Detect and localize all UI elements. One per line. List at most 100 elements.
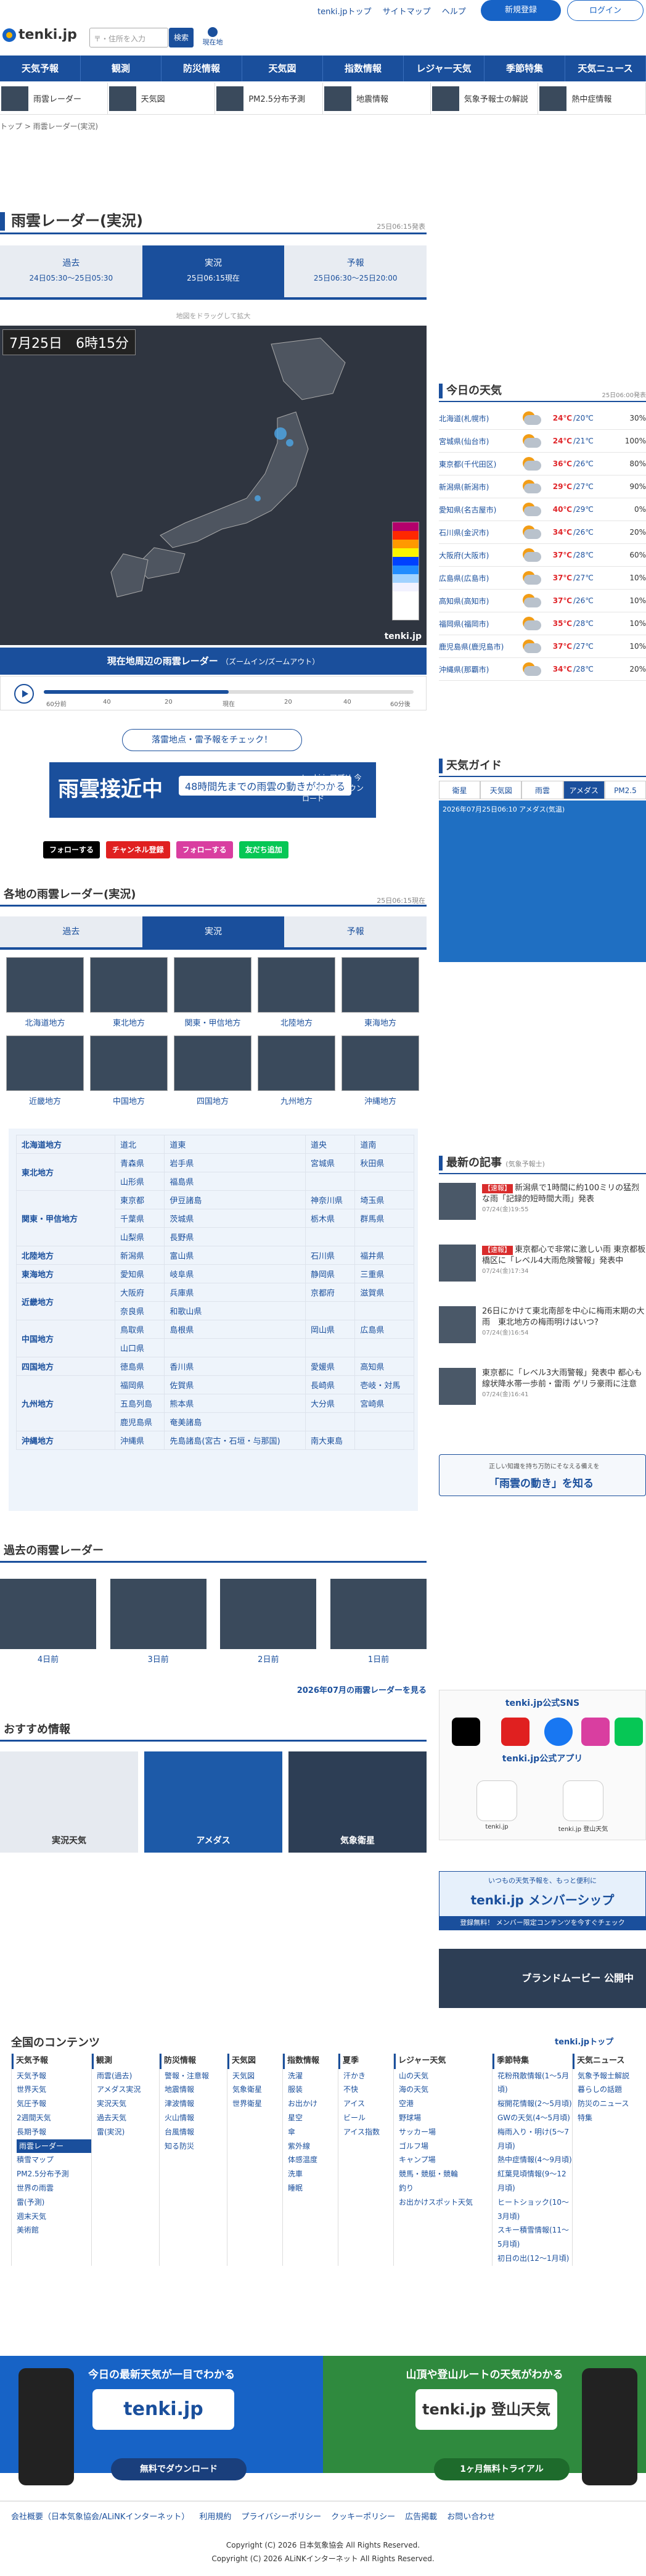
table-pref[interactable]: 道東 (164, 1135, 306, 1154)
table-pref[interactable]: 福井県 (354, 1246, 414, 1265)
contents-link[interactable]: 雨雲レーダー (17, 2139, 91, 2154)
instagram-icon[interactable] (581, 1718, 610, 1746)
instagram-follow-button[interactable]: フォローする (176, 841, 233, 858)
table-pref[interactable]: 岡山県 (305, 1320, 356, 1339)
region-item[interactable]: 東北地方 (90, 957, 168, 1028)
contents-link[interactable]: 地震情報 (165, 2083, 227, 2097)
table-pref[interactable]: 千葉県 (114, 1209, 165, 1228)
contents-link[interactable]: ヒートショック(10〜3月頃) (497, 2195, 572, 2224)
table-region[interactable]: 北海道地方 (16, 1135, 115, 1154)
weather-row[interactable]: 宮城県(仙台市) 24℃/21℃ 100% (439, 430, 646, 453)
contents-link[interactable]: 気圧予報 (17, 2097, 91, 2111)
table-region[interactable]: 九州地方 (16, 1375, 115, 1431)
search-button[interactable]: 検索 (169, 28, 194, 47)
timeline-track[interactable] (44, 690, 414, 694)
play-icon[interactable] (14, 684, 34, 704)
table-pref[interactable]: 長野県 (164, 1227, 306, 1246)
contents-top-link[interactable]: tenki.jpトップ (555, 2035, 613, 2047)
table-pref[interactable]: 徳島県 (114, 1357, 165, 1376)
table-pref[interactable]: 五島列島 (114, 1394, 165, 1413)
contents-link[interactable]: 海の天気 (399, 2083, 492, 2097)
contents-link[interactable]: 体感温度 (288, 2153, 338, 2167)
table-pref[interactable]: 道北 (114, 1135, 165, 1154)
contents-link[interactable]: PM2.5分布予測 (17, 2167, 91, 2181)
know-rain-banner[interactable]: 正しい知識を持ち万防にそなえる備えを 「雨雲の動き」を知る (439, 1454, 646, 1496)
nav-index[interactable]: 指数情報 (323, 56, 404, 81)
contents-link[interactable]: 服装 (288, 2083, 338, 2097)
contents-link[interactable]: 暮らしの話題 (578, 2083, 646, 2097)
contents-link[interactable]: アイス指数 (343, 2125, 393, 2139)
footer-link[interactable]: クッキーポリシー (331, 2512, 395, 2522)
lightning-check-button[interactable]: 落雷地点・雷予報をチェック！ (122, 729, 302, 751)
contents-link[interactable]: サッカー場 (399, 2125, 492, 2139)
subnav-earthquake[interactable]: 地震情報 (323, 83, 431, 114)
table-pref[interactable]: 佐賀県 (164, 1375, 306, 1394)
table-pref[interactable]: 道央 (305, 1135, 356, 1154)
monthly-radar-link[interactable]: 2026年07月の雨雲レーダーを見る (297, 1684, 427, 1695)
nav-disaster[interactable]: 防災情報 (162, 56, 242, 81)
table-region[interactable]: 関東・甲信地方 (16, 1190, 115, 1246)
weather-row[interactable]: 広島県(広島市) 37℃/27℃ 10% (439, 567, 646, 590)
contents-link[interactable]: 警報・注意報 (165, 2069, 227, 2083)
table-pref[interactable]: 長崎県 (305, 1375, 356, 1394)
tenki-app-icon[interactable] (476, 1780, 517, 1821)
download-button[interactable]: 無料でダウンロード (111, 2458, 247, 2480)
recommend-satellite[interactable]: 気象衛星 (288, 1751, 427, 1853)
contents-link[interactable]: お出かけ (288, 2097, 338, 2111)
contents-link[interactable]: 雷(実況) (97, 2125, 159, 2139)
amedas-map[interactable]: 2026年07月25日06:10 アメダス(気温) (439, 800, 646, 962)
region-tab-current[interactable]: 実況 (142, 916, 285, 947)
search-input[interactable]: 〒・住所を入力 (89, 28, 168, 47)
contents-link[interactable]: 2週間天気 (17, 2111, 91, 2125)
table-pref[interactable]: 栃木県 (305, 1209, 356, 1228)
guide-tab-pm25[interactable]: PM2.5 (604, 781, 646, 799)
nav-weather-map[interactable]: 天気図 (242, 56, 323, 81)
nav-leisure[interactable]: レジャー天気 (404, 56, 485, 81)
table-pref[interactable]: 山形県 (114, 1172, 165, 1191)
region-tab-past[interactable]: 過去 (0, 916, 142, 947)
contents-link[interactable]: 天気予報 (17, 2069, 91, 2083)
article-item[interactable]: 26日にかけて東北南部を中心に梅雨末期の大雨 東北地方の梅雨明けはいつ? 07/2… (439, 1306, 646, 1357)
tenki-app-banner[interactable]: 今日の最新天気が一目でわかる tenki.jp 無料でダウンロード (0, 2344, 323, 2485)
login-button[interactable]: ログイン (567, 0, 644, 21)
logo[interactable]: tenki.jp (2, 27, 77, 43)
region-item[interactable]: 沖縄地方 (341, 1035, 419, 1106)
subnav-radar[interactable]: 雨雲レーダー (0, 83, 108, 114)
x-follow-button[interactable]: フォローする (43, 841, 100, 858)
tozan-app-icon[interactable] (563, 1780, 603, 1821)
table-pref[interactable]: 鹿児島県 (114, 1412, 165, 1431)
table-pref[interactable]: 宮崎県 (354, 1394, 414, 1413)
past-radar-item[interactable]: 1日前 (330, 1579, 427, 1665)
contents-link[interactable]: 初日の出(12〜1月頃) (497, 2252, 572, 2266)
contents-link[interactable]: 紅葉見頃情報(9〜12月頃) (497, 2167, 572, 2195)
contents-link[interactable]: 長期予報 (17, 2125, 91, 2139)
timeline-slider[interactable]: 60分前 40 20 現在 20 40 60分後 (0, 676, 427, 710)
article-item[interactable]: 【速報】 新潟県で1時間に約100ミリの猛烈な雨「記録的短時間大雨」発表 07/24… (439, 1183, 646, 1233)
contents-link[interactable]: 津波情報 (165, 2097, 227, 2111)
table-pref[interactable]: 茨城県 (164, 1209, 306, 1228)
weather-row[interactable]: 石川県(金沢市) 34℃/26℃ 20% (439, 521, 646, 544)
table-pref[interactable]: 福島県 (164, 1172, 306, 1191)
article-item[interactable]: 東京都に「レベル3大雨警報」発表中 都心も線状降水帯一歩前・雷雨 ゲリラ豪雨に注… (439, 1368, 646, 1418)
contents-link[interactable]: 雷(予測) (17, 2195, 91, 2210)
table-pref[interactable]: 広島県 (354, 1320, 414, 1339)
past-radar-item[interactable]: 2日前 (220, 1579, 317, 1665)
contents-link[interactable]: 傘 (288, 2125, 338, 2139)
table-pref[interactable]: 愛媛県 (305, 1357, 356, 1376)
nav-news[interactable]: 天気ニュース (565, 56, 646, 81)
contents-link[interactable]: 梅雨入り・明け(5〜7月頃) (497, 2125, 572, 2154)
contents-link[interactable]: 気象衛星 (232, 2083, 282, 2097)
contents-link[interactable]: 世界の雨雲 (17, 2181, 91, 2195)
weather-row[interactable]: 高知県(高知市) 37℃/26℃ 10% (439, 590, 646, 612)
link-help[interactable]: ヘルプ (442, 7, 466, 17)
contents-link[interactable]: 防災のニュース (578, 2097, 646, 2111)
contents-link[interactable]: ビール (343, 2111, 393, 2125)
table-pref[interactable]: 三重県 (354, 1264, 414, 1283)
contents-link[interactable]: 世界天気 (17, 2083, 91, 2097)
contents-link[interactable]: 睡眠 (288, 2181, 338, 2195)
nav-observation[interactable]: 観測 (81, 56, 162, 81)
contents-link[interactable]: 釣り (399, 2181, 492, 2195)
region-item[interactable]: 北陸地方 (258, 957, 335, 1028)
contents-link[interactable]: 熱中症情報(4〜9月頃) (497, 2153, 572, 2167)
contents-link[interactable]: 野球場 (399, 2111, 492, 2125)
